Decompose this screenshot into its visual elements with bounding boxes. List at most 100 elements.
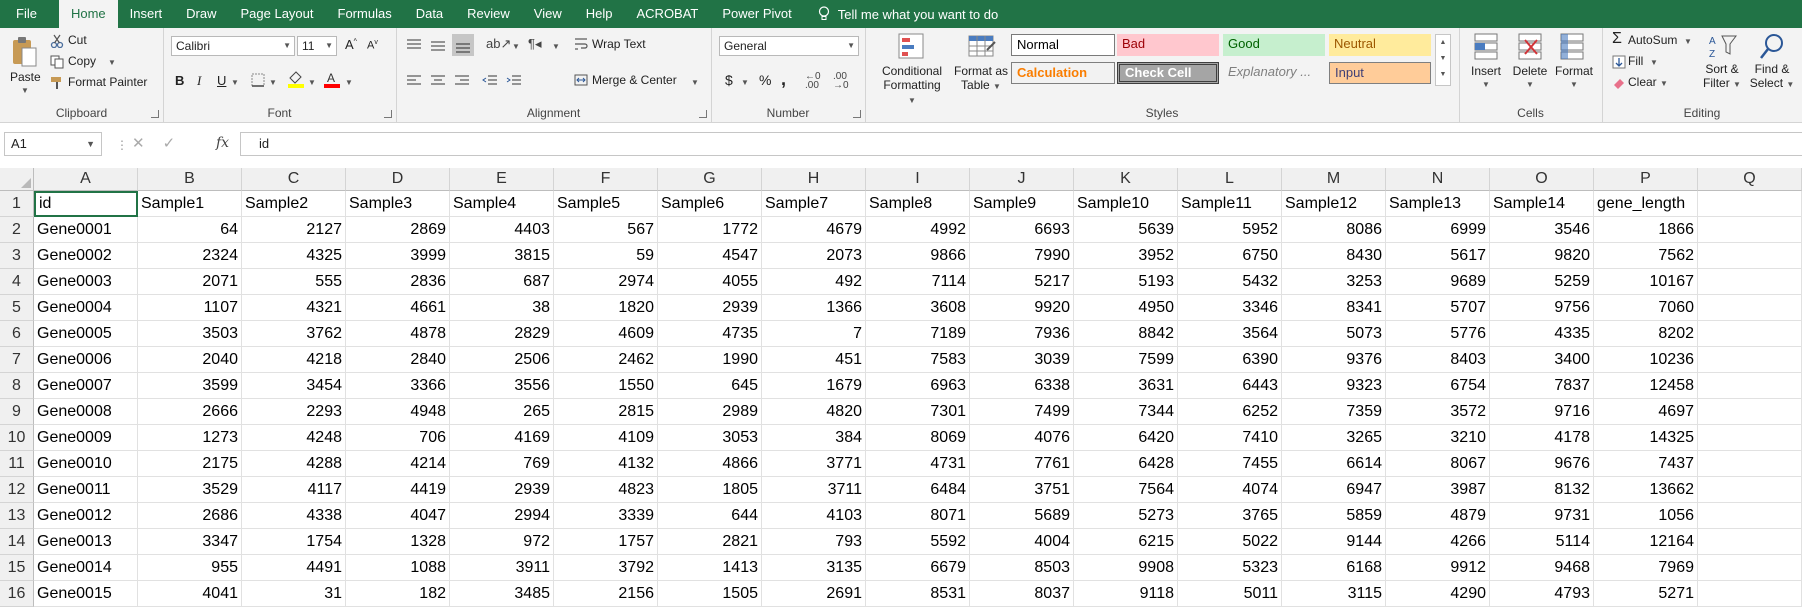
cell-f14[interactable]: 1757: [554, 529, 658, 555]
cell-b6[interactable]: 3503: [138, 321, 242, 347]
column-header-c[interactable]: C: [242, 168, 346, 191]
cell-e7[interactable]: 2506: [450, 347, 554, 373]
cell-g9[interactable]: 2989: [658, 399, 762, 425]
style-normal[interactable]: Normal: [1011, 34, 1115, 56]
cell-p13[interactable]: 1056: [1594, 503, 1698, 529]
cell-p3[interactable]: 7562: [1594, 243, 1698, 269]
cell-k14[interactable]: 6215: [1074, 529, 1178, 555]
cell-n9[interactable]: 3572: [1386, 399, 1490, 425]
cell-p16[interactable]: 5271: [1594, 581, 1698, 607]
cell-b4[interactable]: 2071: [138, 269, 242, 295]
align-center-icon[interactable]: [430, 74, 446, 88]
cell-m4[interactable]: 3253: [1282, 269, 1386, 295]
tab-file[interactable]: File: [0, 0, 59, 28]
paste-label[interactable]: Paste: [10, 70, 41, 84]
cell-f4[interactable]: 2974: [554, 269, 658, 295]
clear-button[interactable]: Clear: [1628, 75, 1657, 89]
cell-q5[interactable]: [1698, 295, 1802, 321]
cell-a3[interactable]: Gene0002: [34, 243, 138, 269]
fill-button[interactable]: Fill: [1628, 54, 1643, 68]
cell-m16[interactable]: 3115: [1282, 581, 1386, 607]
cell-l5[interactable]: 3346: [1178, 295, 1282, 321]
cell-b8[interactable]: 3599: [138, 373, 242, 399]
column-header-g[interactable]: G: [658, 168, 762, 191]
cell-c13[interactable]: 4338: [242, 503, 346, 529]
cell-q2[interactable]: [1698, 217, 1802, 243]
cell-o16[interactable]: 4793: [1490, 581, 1594, 607]
cell-j9[interactable]: 7499: [970, 399, 1074, 425]
cell-o15[interactable]: 9468: [1490, 555, 1594, 581]
cell-i14[interactable]: 5592: [866, 529, 970, 555]
cell-i1[interactable]: Sample8: [866, 191, 970, 217]
cell-l7[interactable]: 6390: [1178, 347, 1282, 373]
cell-d9[interactable]: 4948: [346, 399, 450, 425]
cell-d8[interactable]: 3366: [346, 373, 450, 399]
decrease-indent-icon[interactable]: [482, 74, 498, 88]
cell-q9[interactable]: [1698, 399, 1802, 425]
autosum-dropdown-icon[interactable]: ▼: [1684, 37, 1692, 46]
middle-align-icon[interactable]: [430, 38, 446, 52]
cell-i12[interactable]: 6484: [866, 477, 970, 503]
cell-d16[interactable]: 182: [346, 581, 450, 607]
tab-view[interactable]: View: [522, 0, 574, 28]
cell-j7[interactable]: 3039: [970, 347, 1074, 373]
cell-f15[interactable]: 3792: [554, 555, 658, 581]
cell-j13[interactable]: 5689: [970, 503, 1074, 529]
cell-n16[interactable]: 4290: [1386, 581, 1490, 607]
delete-button[interactable]: Delete ▼: [1509, 64, 1551, 92]
cell-l9[interactable]: 6252: [1178, 399, 1282, 425]
cell-f2[interactable]: 567: [554, 217, 658, 243]
row-header-15[interactable]: 15: [0, 555, 34, 581]
row-header-14[interactable]: 14: [0, 529, 34, 555]
cell-o2[interactable]: 3546: [1490, 217, 1594, 243]
column-header-q[interactable]: Q: [1698, 168, 1802, 191]
cell-i5[interactable]: 3608: [866, 295, 970, 321]
cell-e12[interactable]: 2939: [450, 477, 554, 503]
cell-q16[interactable]: [1698, 581, 1802, 607]
cell-n12[interactable]: 3987: [1386, 477, 1490, 503]
tab-insert[interactable]: Insert: [118, 0, 175, 28]
cell-h2[interactable]: 4679: [762, 217, 866, 243]
cell-q6[interactable]: [1698, 321, 1802, 347]
sort-filter-button[interactable]: Sort & Filter ▼: [1700, 62, 1744, 92]
cell-d11[interactable]: 4214: [346, 451, 450, 477]
column-header-l[interactable]: L: [1178, 168, 1282, 191]
column-header-i[interactable]: I: [866, 168, 970, 191]
cell-m2[interactable]: 8086: [1282, 217, 1386, 243]
cell-m8[interactable]: 9323: [1282, 373, 1386, 399]
cell-j1[interactable]: Sample9: [970, 191, 1074, 217]
currency-icon[interactable]: $: [725, 72, 733, 88]
cell-m13[interactable]: 5859: [1282, 503, 1386, 529]
cell-e4[interactable]: 687: [450, 269, 554, 295]
select-all-button[interactable]: [0, 168, 34, 191]
cell-c16[interactable]: 31: [242, 581, 346, 607]
cell-n4[interactable]: 9689: [1386, 269, 1490, 295]
cell-h15[interactable]: 3135: [762, 555, 866, 581]
cell-n7[interactable]: 8403: [1386, 347, 1490, 373]
cell-n13[interactable]: 4879: [1386, 503, 1490, 529]
row-header-13[interactable]: 13: [0, 503, 34, 529]
cell-g10[interactable]: 3053: [658, 425, 762, 451]
text-direction-dropdown-icon[interactable]: ▼: [552, 42, 560, 51]
cell-o5[interactable]: 9756: [1490, 295, 1594, 321]
clipboard-launcher-icon[interactable]: [151, 110, 159, 118]
cell-q10[interactable]: [1698, 425, 1802, 451]
tab-review[interactable]: Review: [455, 0, 522, 28]
cell-q7[interactable]: [1698, 347, 1802, 373]
cell-k1[interactable]: Sample10: [1074, 191, 1178, 217]
cell-a6[interactable]: Gene0005: [34, 321, 138, 347]
cell-d1[interactable]: Sample3: [346, 191, 450, 217]
cell-j11[interactable]: 7761: [970, 451, 1074, 477]
cell-k16[interactable]: 9118: [1074, 581, 1178, 607]
column-header-o[interactable]: O: [1490, 168, 1594, 191]
style-calculation[interactable]: Calculation: [1011, 62, 1115, 84]
orientation-dropdown-icon[interactable]: ▼: [512, 42, 520, 51]
format-as-table-button[interactable]: Format as Table ▼: [951, 64, 1011, 94]
cell-h16[interactable]: 2691: [762, 581, 866, 607]
cell-m3[interactable]: 8430: [1282, 243, 1386, 269]
format-button[interactable]: Format ▼: [1551, 64, 1597, 92]
column-header-d[interactable]: D: [346, 168, 450, 191]
row-header-10[interactable]: 10: [0, 425, 34, 451]
cell-j3[interactable]: 7990: [970, 243, 1074, 269]
cell-b11[interactable]: 2175: [138, 451, 242, 477]
